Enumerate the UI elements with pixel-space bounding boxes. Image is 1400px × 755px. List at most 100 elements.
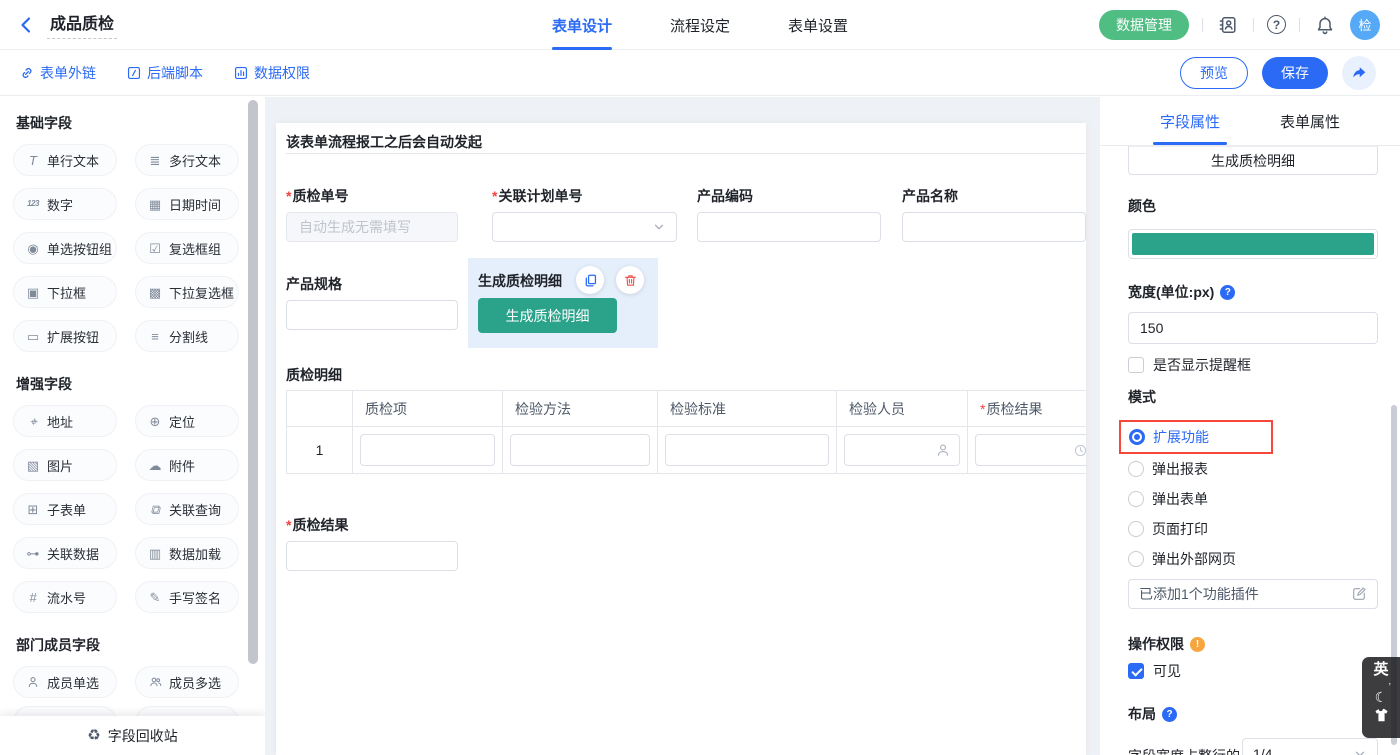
radio-button[interactable] — [1128, 521, 1144, 537]
preview-button[interactable]: 预览 — [1180, 57, 1248, 89]
sidebar-item-member-single[interactable]: 成员单选 — [13, 666, 117, 698]
sidebar-item-subform[interactable]: ⊞子表单 — [13, 493, 117, 525]
sidebar-item-dropdown[interactable]: ▣下拉框 — [13, 276, 117, 308]
field-palette-sidebar: 基础字段T单行文本≣多行文本123数字▦日期时间◉单选按钮组☑复选框组▣下拉框▩… — [0, 97, 265, 755]
notification-button[interactable] — [1313, 13, 1337, 37]
subform-cell-input[interactable] — [975, 434, 1086, 466]
subform-cell-input[interactable] — [665, 434, 829, 466]
person-icon — [935, 442, 951, 458]
topbar-tab-2[interactable]: 流程设定 — [670, 0, 730, 50]
shirt-skin-icon[interactable] — [1373, 708, 1390, 723]
field-plan-no[interactable]: 关联计划单号 — [492, 188, 677, 242]
ime-language-indicator[interactable]: 英 — [1373, 661, 1388, 678]
mode-option-4[interactable]: 页面打印 — [1128, 514, 1378, 544]
toolbar-link-2[interactable]: 后端脚本 — [126, 63, 203, 83]
panel-tab-1[interactable]: 字段属性 — [1130, 97, 1250, 145]
subform-table: 质检项检验方法检验标准检验人员质检结果 1 — [286, 390, 1086, 474]
edit-icon[interactable] — [1351, 586, 1367, 602]
sidebar-item-number[interactable]: 123数字 — [13, 188, 117, 220]
page-title[interactable]: 成品质检 — [47, 10, 117, 39]
mode-option-3[interactable]: 弹出表单 — [1128, 484, 1378, 514]
field-qc-no[interactable]: 质检单号 自动生成无需填写 — [286, 188, 458, 242]
sidebar-item-image[interactable]: ▧图片 — [13, 449, 117, 481]
row-width-select[interactable]: 1/4 — [1242, 738, 1378, 755]
sidebar-item-single-line-text[interactable]: T单行文本 — [13, 144, 117, 176]
copy-field-button[interactable] — [576, 266, 604, 294]
field-product-name[interactable]: 产品名称 — [902, 188, 1086, 242]
visible-label: 可见 — [1153, 661, 1181, 681]
visible-checkbox[interactable] — [1128, 663, 1144, 679]
field-product-spec[interactable]: 产品规格 — [286, 276, 458, 330]
radio-button[interactable] — [1128, 461, 1144, 477]
width-help-icon[interactable]: ? — [1220, 285, 1235, 300]
sidebar-item-linked-query[interactable]: ⧉关联查询 — [135, 493, 239, 525]
topbar-tab-3[interactable]: 表单设置 — [788, 0, 848, 50]
sidebar-item-linked-data[interactable]: ⊶关联数据 — [13, 537, 117, 569]
help-icon[interactable]: ? — [1267, 15, 1286, 34]
topbar-tab-1[interactable]: 表单设计 — [552, 0, 612, 50]
sidebar-item-datetime[interactable]: ▦日期时间 — [135, 188, 239, 220]
layout-help-icon[interactable]: ? — [1162, 707, 1177, 722]
selected-field-generate-detail[interactable]: 生成质检明细 生成质检明细 — [468, 258, 658, 348]
multi-line-text-icon: ≣ — [147, 154, 163, 167]
generate-detail-button[interactable]: 生成质检明细 — [478, 298, 617, 333]
back-button[interactable] — [16, 14, 38, 36]
visible-checkbox-row[interactable]: 可见 — [1128, 663, 1378, 679]
sidebar-scrollbar[interactable] — [248, 100, 258, 664]
product-code-input[interactable] — [697, 212, 881, 242]
divider-field[interactable] — [286, 153, 1086, 154]
subform-cell-input[interactable] — [360, 434, 495, 466]
sidebar-item-divider[interactable]: ≡分割线 — [135, 320, 239, 352]
contact-book-button[interactable] — [1216, 13, 1240, 37]
qc-no-input[interactable]: 自动生成无需填写 — [286, 212, 458, 242]
sidebar-item-dropdown-multi[interactable]: ▩下拉复选框 — [135, 276, 239, 308]
sidebar-item-radio-group[interactable]: ◉单选按钮组 — [13, 232, 117, 264]
mode-option-5[interactable]: 弹出外部网页 — [1128, 544, 1378, 574]
sidebar-item-address[interactable]: ⌖地址 — [13, 405, 117, 437]
save-button[interactable]: 保存 — [1262, 57, 1328, 89]
moon-icon[interactable]: ☾ — [1375, 688, 1388, 706]
sidebar-item-label: 成员多选 — [169, 673, 221, 692]
radio-button[interactable] — [1129, 429, 1145, 445]
avatar[interactable]: 检 — [1350, 10, 1380, 40]
subform-cell-input[interactable] — [510, 434, 650, 466]
reminder-checkbox[interactable] — [1128, 357, 1144, 373]
serial-number-icon: # — [25, 591, 41, 604]
mode-option-1[interactable]: 扩展功能 — [1129, 422, 1209, 452]
sidebar-item-multi-line-text[interactable]: ≣多行文本 — [135, 144, 239, 176]
share-button[interactable] — [1342, 56, 1376, 90]
field-recycle-bin[interactable]: ♻ 字段回收站 — [0, 716, 265, 755]
delete-field-button[interactable] — [616, 266, 644, 294]
plugin-box[interactable]: 已添加1个功能插件 — [1128, 579, 1378, 609]
sidebar-item-location[interactable]: ⊕定位 — [135, 405, 239, 437]
toolbar-link-3[interactable]: 数据权限 — [233, 63, 310, 83]
qc-result-input[interactable] — [286, 541, 458, 571]
color-picker[interactable] — [1128, 229, 1378, 259]
reminder-checkbox-row[interactable]: 是否显示提醒框 — [1128, 357, 1378, 373]
sidebar-item-signature[interactable]: ✎手写签名 — [135, 581, 239, 613]
location-icon: ⊕ — [147, 415, 163, 428]
subform-cell-input[interactable] — [844, 434, 960, 466]
toolbar-links: 表单外链 后端脚本 数据权限 — [0, 63, 310, 83]
width-input[interactable] — [1128, 312, 1378, 344]
radio-button[interactable] — [1128, 551, 1144, 567]
mode-option-2[interactable]: 弹出报表 — [1128, 454, 1378, 484]
panel-tab-2[interactable]: 表单属性 — [1250, 97, 1370, 145]
field-name-box[interactable]: 生成质检明细 — [1128, 146, 1378, 175]
single-line-text-icon: T — [25, 154, 41, 167]
sidebar-item-checkbox-group[interactable]: ☑复选框组 — [135, 232, 239, 264]
field-qc-result[interactable]: 质检结果 — [286, 517, 458, 571]
plan-no-select[interactable] — [492, 212, 677, 242]
product-spec-input[interactable] — [286, 300, 458, 330]
sidebar-item-attachment[interactable]: ☁附件 — [135, 449, 239, 481]
ime-widget[interactable]: 英 , ☾ — [1362, 657, 1400, 738]
toolbar-link-1[interactable]: 表单外链 — [19, 63, 96, 83]
sidebar-item-member-multi[interactable]: 成员多选 — [135, 666, 239, 698]
field-product-code[interactable]: 产品编码 — [697, 188, 881, 242]
radio-button[interactable] — [1128, 491, 1144, 507]
sidebar-item-data-load[interactable]: ▥数据加载 — [135, 537, 239, 569]
sidebar-item-serial-number[interactable]: #流水号 — [13, 581, 117, 613]
sidebar-item-extend-button[interactable]: ▭扩展按钮 — [13, 320, 117, 352]
data-manage-button[interactable]: 数据管理 — [1099, 10, 1189, 40]
product-name-input[interactable] — [902, 212, 1086, 242]
